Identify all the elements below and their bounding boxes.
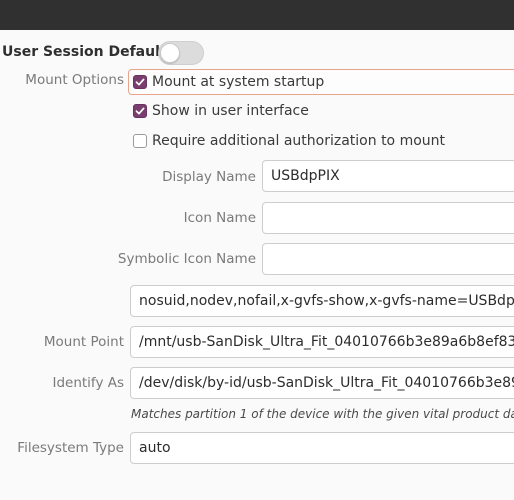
filesystem-type-label: Filesystem Type — [17, 440, 124, 456]
window-titlebar — [0, 0, 514, 30]
mount-options-label: Mount Options — [25, 72, 124, 88]
mount-at-startup-label: Mount at system startup — [152, 74, 325, 90]
show-in-ui-label: Show in user interface — [152, 103, 309, 119]
checkbox-unchecked-icon — [133, 134, 147, 148]
display-name-label: Display Name — [162, 169, 256, 185]
mount-point-label: Mount Point — [43, 334, 124, 350]
require-auth-checkbox[interactable]: Require additional authorization to moun… — [133, 129, 445, 153]
checkbox-checked-icon — [133, 75, 147, 89]
checkbox-checked-icon — [133, 104, 147, 118]
section-title: User Session Defaults — [2, 44, 175, 60]
identify-as-hint: Matches partition 1 of the device with t… — [131, 407, 514, 421]
filesystem-type-field[interactable]: auto — [130, 432, 514, 464]
mount-at-startup-checkbox[interactable]: Mount at system startup — [128, 69, 514, 95]
mount-options-dialog: User Session Defaults Mount Options Moun… — [0, 30, 514, 500]
display-name-field[interactable]: USBdpPIX — [262, 160, 514, 192]
symbolic-icon-name-field[interactable] — [262, 243, 514, 275]
require-auth-label: Require additional authorization to moun… — [152, 133, 446, 149]
identify-as-dropdown[interactable]: /dev/disk/by-id/usb-SanDisk_Ultra_Fit_04… — [130, 367, 514, 399]
identify-as-label: Identify As — [52, 375, 124, 391]
symbolic-icon-name-label: Symbolic Icon Name — [117, 251, 256, 267]
user-session-defaults-toggle[interactable] — [158, 41, 204, 65]
icon-name-field[interactable] — [262, 202, 514, 234]
toggle-knob — [160, 43, 180, 63]
mount-point-field[interactable]: /mnt/usb-SanDisk_Ultra_Fit_04010766b3e89… — [130, 326, 514, 358]
show-in-ui-checkbox[interactable]: Show in user interface — [133, 99, 309, 123]
icon-name-label: Icon Name — [183, 210, 256, 226]
mount-options-string-field[interactable]: nosuid,nodev,nofail,x-gvfs-show,x-gvfs-n… — [130, 285, 514, 317]
